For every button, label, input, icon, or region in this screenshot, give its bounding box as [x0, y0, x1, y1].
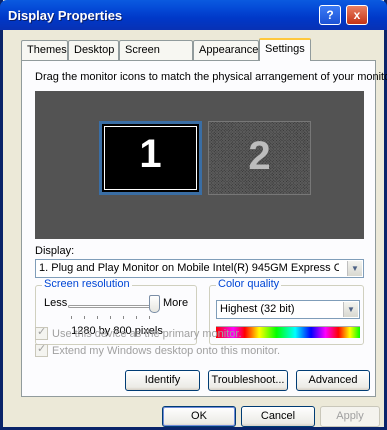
- cancel-button[interactable]: Cancel: [241, 406, 315, 427]
- arrangement-instruction: Drag the monitor icons to match the phys…: [35, 71, 387, 83]
- tab-appearance[interactable]: Appearance: [193, 40, 259, 60]
- monitor-arrangement-area: 1 2: [35, 91, 364, 239]
- extend-desktop-label: Extend my Windows desktop onto this moni…: [52, 344, 281, 357]
- ok-button[interactable]: OK: [162, 406, 236, 427]
- chevron-down-icon[interactable]: ▼: [347, 261, 362, 276]
- display-dropdown[interactable]: 1. Plug and Play Monitor on Mobile Intel…: [35, 259, 364, 278]
- tab-screen-saver[interactable]: Screen Saver: [119, 40, 193, 74]
- tab-desktop[interactable]: Desktop: [68, 40, 119, 60]
- resolution-slider-thumb[interactable]: [149, 295, 160, 313]
- tab-themes[interactable]: Themes: [21, 40, 68, 60]
- chevron-down-icon[interactable]: ▼: [343, 302, 358, 317]
- less-label: Less: [44, 297, 68, 309]
- troubleshoot-button[interactable]: Troubleshoot...: [208, 370, 288, 391]
- color-quality-title: Color quality: [216, 278, 282, 290]
- display-value: 1. Plug and Play Monitor on Mobile Intel…: [39, 262, 339, 274]
- primary-monitor-checkbox[interactable]: [35, 325, 48, 340]
- display-label: Display:: [35, 245, 75, 257]
- close-button[interactable]: x: [346, 5, 368, 25]
- apply-button[interactable]: Apply: [320, 406, 380, 427]
- extend-desktop-checkbox[interactable]: [35, 342, 48, 357]
- more-label: More: [163, 297, 189, 309]
- screen-resolution-title: Screen resolution: [42, 278, 132, 290]
- identify-button[interactable]: Identify: [125, 370, 200, 391]
- resolution-slider-ticks: [71, 316, 161, 319]
- primary-monitor-checkbox-row[interactable]: Use this device as the primary monitor.: [35, 325, 242, 340]
- window-title: Display Properties: [8, 8, 123, 23]
- monitor-2-icon[interactable]: 2: [208, 121, 311, 195]
- display-properties-window: Display Properties ? x Themes Desktop Sc…: [0, 0, 387, 430]
- primary-monitor-label: Use this device as the primary monitor.: [52, 327, 242, 340]
- color-quality-dropdown[interactable]: Highest (32 bit) ▼: [216, 300, 360, 319]
- monitor-1-icon[interactable]: 1: [99, 121, 202, 195]
- settings-panel: Drag the monitor icons to match the phys…: [21, 60, 387, 397]
- monitor-1-number: 1: [139, 132, 162, 176]
- help-button[interactable]: ?: [319, 5, 341, 25]
- advanced-button[interactable]: Advanced: [296, 370, 370, 391]
- title-bar[interactable]: Display Properties ? x: [0, 0, 387, 30]
- extend-desktop-checkbox-row[interactable]: Extend my Windows desktop onto this moni…: [35, 342, 281, 357]
- resolution-slider-track[interactable]: [68, 305, 158, 308]
- monitor-2-number: 2: [248, 134, 271, 178]
- color-quality-value: Highest (32 bit): [220, 303, 295, 315]
- tab-settings[interactable]: Settings: [259, 38, 311, 61]
